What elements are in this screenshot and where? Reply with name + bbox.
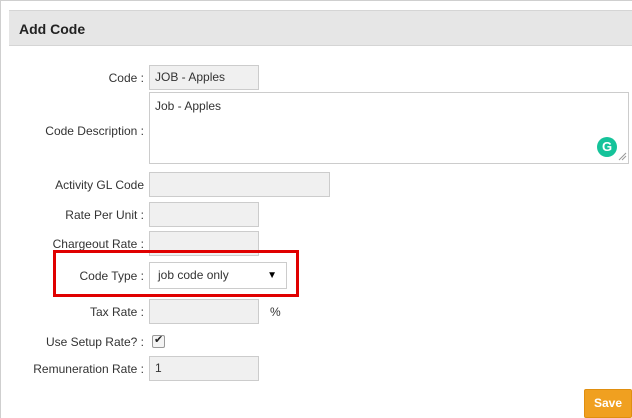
code-label: Code : [108,71,144,85]
percent-unit: % [270,305,281,319]
save-button[interactable]: Save [584,389,632,418]
chargeout-rate-label: Chargeout Rate : [52,237,144,251]
code-description-textarea[interactable]: Job - Apples [149,92,629,164]
remuneration-rate-label: Remuneration Rate : [33,362,144,376]
code-field[interactable]: JOB - Apples [149,65,259,90]
rate-per-unit-label: Rate Per Unit : [65,208,144,222]
remuneration-rate-field[interactable]: 1 [149,356,259,381]
activity-gl-code-label: Activity GL Code [55,178,144,192]
activity-gl-code-field[interactable] [149,172,330,197]
grammarly-icon[interactable]: G [597,137,617,157]
tax-rate-label: Tax Rate : [89,305,144,319]
panel-title: Add Code [19,21,86,37]
check-icon: ✔ [154,334,164,346]
use-setup-rate-checkbox[interactable]: ✔ [152,334,165,348]
rate-per-unit-field[interactable] [149,202,259,227]
code-description-text: Job - Apples [155,99,222,113]
code-description-label: Code Description : [45,124,144,138]
panel-header: Add Code [9,10,632,46]
use-setup-rate-label: Use Setup Rate? : [45,335,144,349]
resize-handle-icon[interactable] [618,152,627,161]
tax-rate-field[interactable] [149,299,259,324]
add-code-panel: Add Code Code : JOB - Apples Code Descri… [0,0,632,418]
highlight-box [53,250,299,297]
